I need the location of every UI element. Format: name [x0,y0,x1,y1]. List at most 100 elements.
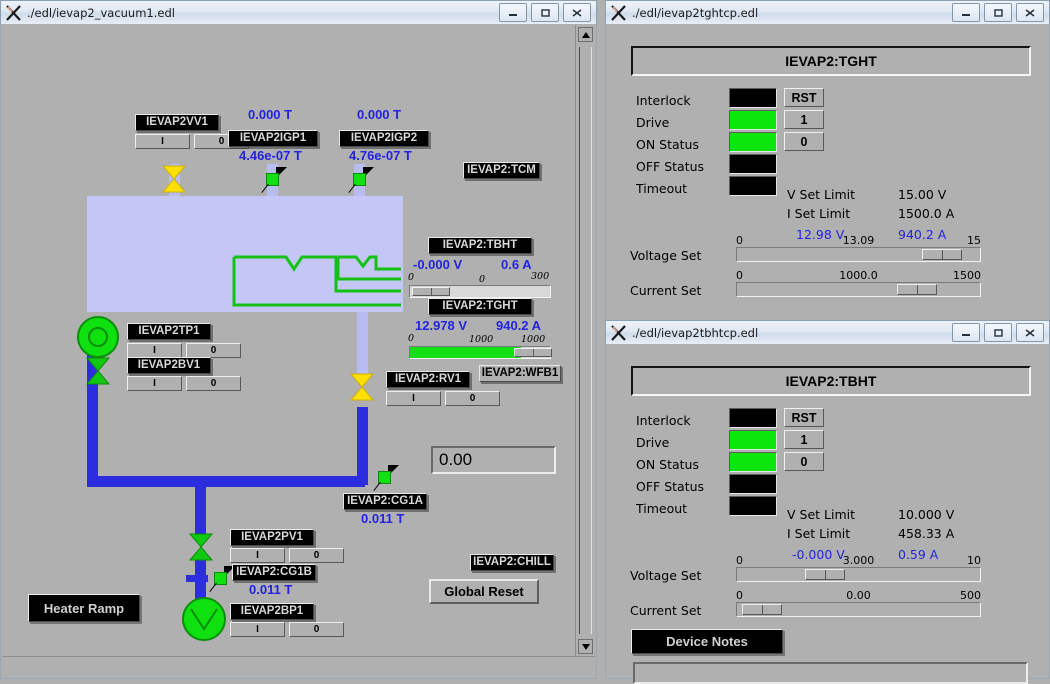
tbht-row-label-off-status: OFF Status [636,479,705,494]
tght-reset-button[interactable]: RST [784,88,824,107]
tght-row-label-off-status: OFF Status [636,159,705,174]
tght-voltage-set-slider[interactable]: 0 13.09 15 [736,234,981,262]
tght-voltage-tick-min: 0 [736,234,743,247]
vertical-scroll-thumb[interactable] [579,47,592,634]
tbht-lamp-timeout [729,496,777,516]
pv1-on-button[interactable]: I [230,548,285,563]
tbht-current-tick-value: 0.00 [846,589,871,602]
tght-i-set-limit-value: 1500.0 A [898,206,955,221]
global-reset-button[interactable]: Global Reset [429,579,539,604]
x-app-icon [609,323,629,343]
heater-coils-icon [232,255,401,307]
tbht-current-tick-min: 0 [736,589,743,602]
tbht-current-set-label: Current Set [630,603,702,618]
window-tbht-control: ./edl/ievap2tbhtcp.edl IEVAP2:TBHT Inter… [605,320,1050,684]
scroll-down-icon[interactable] [578,639,593,654]
tp1-on-button[interactable]: I [127,343,182,358]
tght-current-readout: 940.2 A [496,318,542,333]
tght-panel: IEVAP2:TGHT Interlock Drive ON Status OF… [606,24,1049,326]
tght-on-button[interactable]: 1 [784,110,824,129]
horizontal-scrollbar[interactable] [2,656,595,677]
scroll-up-icon[interactable] [578,27,593,42]
pvlabel-vv1: IEVAP2VV1 [135,114,219,131]
heater-ramp-button[interactable]: Heater Ramp [28,594,140,622]
vertical-scrollbar[interactable] [575,25,595,656]
pvlabel-bp1: IEVAP2BP1 [230,603,314,620]
pvlabel-bv1: IEVAP2BV1 [127,357,211,374]
igp1-bottom-readout: 4.46e-07 T [239,148,302,163]
maximize-icon[interactable] [984,323,1012,342]
tght-lamp-drive [729,110,777,130]
tght-tick-min: 0 [408,333,415,344]
titlebar-buttons-tbht [952,323,1044,342]
minimize-icon[interactable] [952,3,980,22]
tbht-reset-button[interactable]: RST [784,408,824,427]
pv1-off-button[interactable]: 0 [289,548,344,563]
maximize-icon[interactable] [531,3,559,22]
tbht-meter-bar[interactable] [409,285,551,298]
tbht-v-set-limit-label: V Set Limit [787,507,856,522]
bv1-off-button[interactable]: 0 [186,376,241,391]
tbht-voltage-set-slider[interactable]: 0 3.000 10 [736,554,981,582]
bv1-on-button[interactable]: I [127,376,182,391]
cg1b-readout: 0.011 T [249,582,293,597]
tbht-on-button[interactable]: 1 [784,430,824,449]
close-icon[interactable] [1016,323,1044,342]
tbht-i-set-limit-label: I Set Limit [787,526,851,541]
device-notes-button[interactable]: Device Notes [631,629,783,654]
controls-rv1: I 0 [386,391,500,406]
tbht-row-label-timeout: Timeout [636,501,688,516]
tbht-panel: IEVAP2:TBHT Interlock Drive ON Status OF… [606,344,1049,684]
tbht-lamp-interlock [729,408,777,428]
x-app-icon [609,3,629,23]
vv1-on-button[interactable]: I [135,134,190,149]
titlebar-vacuum[interactable]: ./edl/ievap2_vacuum1.edl [0,0,597,24]
tbht-header: IEVAP2:TBHT [631,366,1031,396]
tbht-lamp-on-status [729,452,777,472]
close-icon[interactable] [563,3,591,22]
tght-current-tick-min: 0 [736,269,743,282]
tght-voltage-tick-max: 15 [967,234,981,247]
igp1-top-readout: 0.000 T [248,107,293,122]
rv1-off-button[interactable]: 0 [445,391,500,406]
tp1-off-button[interactable]: 0 [186,343,241,358]
pvlabel-tbht: IEVAP2:TBHT [428,237,532,254]
tbht-voltage-tick-min: 0 [736,554,743,567]
titlebar-tght[interactable]: ./edl/ievap2tghtcp.edl [605,0,1050,24]
valve-bv1-icon [85,357,111,385]
tght-v-set-limit-label: V Set Limit [787,187,856,202]
rv1-on-button[interactable]: I [386,391,441,406]
minimize-icon[interactable] [499,3,527,22]
igp2-bottom-readout: 4.76e-07 T [349,148,412,163]
device-notes-field[interactable] [633,662,1028,684]
x-app-icon [4,3,24,23]
tght-meter-bar[interactable] [409,346,552,359]
tght-current-set-slider[interactable]: 0 1000.0 1500 [736,269,981,297]
controls-tp1: I 0 [127,343,241,358]
pvlabel-igp1: IEVAP2IGP1 [228,130,318,147]
bp1-off-button[interactable]: 0 [289,622,344,637]
valve-rv1-icon [349,373,375,401]
tght-voltage-readout: 12.978 V [415,318,468,333]
tght-off-button[interactable]: 0 [784,132,824,151]
pvlabel-cg1a: IEVAP2:CG1A [343,493,427,510]
tght-row-label-interlock: Interlock [636,93,691,108]
close-icon[interactable] [1016,3,1044,22]
turbo-pump-tp1-icon [77,316,119,358]
maximize-icon[interactable] [984,3,1012,22]
tbht-current-set-slider[interactable]: 0 0.00 500 [736,589,981,617]
minimize-icon[interactable] [952,323,980,342]
tbht-voltage-readout: -0.000 V [413,257,463,272]
titlebar-tbht[interactable]: ./edl/ievap2tbhtcp.edl [605,320,1050,344]
vacuum-schematic-canvas: IEVAP2VV1 I 0 0.000 T IEVAP2IGP1 4.46e-0… [1,24,576,656]
pipe-bottom-horizontal [87,476,365,487]
bp1-on-button[interactable]: I [230,622,285,637]
pvlabel-cg1b: IEVAP2:CG1B [232,564,316,581]
cg1a-readout: 0.011 T [361,511,405,526]
valve-pv1-icon [188,533,214,561]
window-title-tght: ./edl/ievap2tghtcp.edl [632,5,759,20]
tght-header: IEVAP2:TGHT [631,46,1031,76]
tbht-lamp-drive [729,430,777,450]
tbht-off-button[interactable]: 0 [784,452,824,471]
numeric-entry-field[interactable]: 0.00 [431,446,556,474]
